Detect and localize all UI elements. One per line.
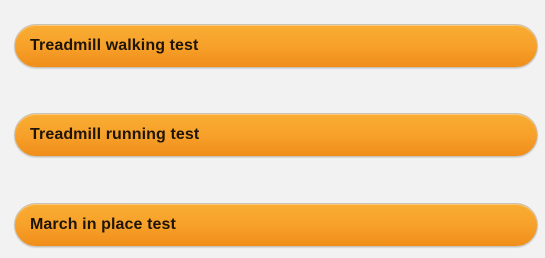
treadmill-running-test-button[interactable]: Treadmill running test — [14, 113, 538, 157]
test-button-label: March in place test — [30, 216, 176, 233]
test-button-label: Treadmill running test — [30, 126, 200, 143]
test-list: Treadmill walking test Treadmill running… — [0, 0, 545, 258]
test-button-label: Treadmill walking test — [30, 37, 199, 54]
treadmill-walking-test-button[interactable]: Treadmill walking test — [14, 24, 538, 68]
march-in-place-test-button[interactable]: March in place test — [14, 203, 538, 247]
